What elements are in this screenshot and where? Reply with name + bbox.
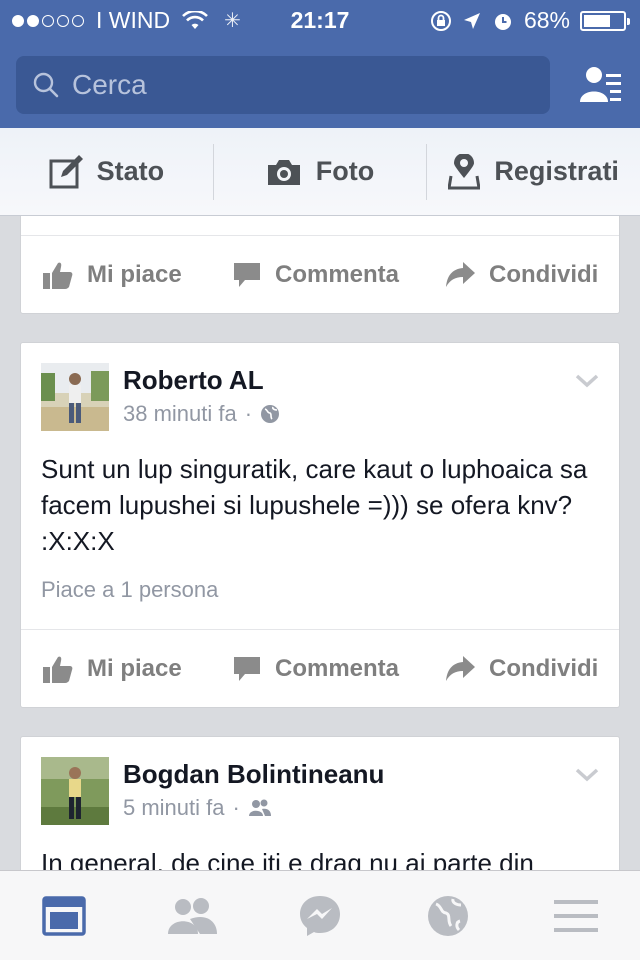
camera-icon xyxy=(267,159,300,185)
friend-requests-icon xyxy=(168,897,217,934)
search-input[interactable] xyxy=(72,69,512,101)
share-label: Condividi xyxy=(489,260,599,288)
friends-icon xyxy=(248,799,271,816)
avatar[interactable] xyxy=(41,757,109,825)
post-actions: Mi piace Commenta Condividi xyxy=(21,629,619,707)
post-text: In general, de cine iti e drag nu ai par… xyxy=(41,848,534,870)
thumbs-up-icon xyxy=(43,262,73,289)
share-button[interactable]: Condividi xyxy=(445,261,598,289)
comment-button[interactable]: Commenta xyxy=(233,655,399,683)
like-button[interactable]: Mi piace xyxy=(43,655,182,683)
post-time[interactable]: 38 minuti fa xyxy=(123,401,237,427)
share-arrow-icon xyxy=(446,261,475,287)
composer-bar: Stato Foto Registrati xyxy=(0,128,640,216)
share-button[interactable]: Condividi xyxy=(445,655,598,683)
signal-dot xyxy=(27,14,39,27)
globe-icon xyxy=(261,405,280,423)
chevron-down-icon[interactable] xyxy=(575,373,599,389)
meta-separator: · xyxy=(232,795,240,820)
post-time[interactable]: 5 minuti fa xyxy=(123,795,225,821)
wifi-icon xyxy=(182,10,209,29)
search-bar[interactable] xyxy=(16,56,550,114)
avatar[interactable] xyxy=(41,363,109,431)
friends-list-button[interactable] xyxy=(578,62,624,108)
status-left: I WIND ✳ xyxy=(12,7,241,34)
comment-bubble-icon xyxy=(234,262,260,287)
post-author[interactable]: Roberto AL xyxy=(123,365,264,396)
bottom-tab-bar xyxy=(0,870,640,960)
signal-strength-icon xyxy=(12,14,84,27)
checkin-button[interactable]: Registrati xyxy=(426,143,640,200)
news-feed[interactable]: Mi piace Commenta Condividi Roberto AL 3… xyxy=(0,216,640,870)
post-header: Bogdan Bolintineanu 5 minuti fa · xyxy=(21,737,619,837)
photo-label: Foto xyxy=(315,156,375,186)
share-arrow-icon xyxy=(446,655,475,681)
tab-friend-requests[interactable] xyxy=(162,886,222,946)
status-right: 68% xyxy=(430,7,630,34)
like-button[interactable]: Mi piace xyxy=(43,261,182,289)
tab-messenger[interactable] xyxy=(290,886,350,946)
post-card-previous: Mi piace Commenta Condividi xyxy=(20,216,620,314)
tab-news-feed[interactable] xyxy=(34,886,94,946)
activity-spinner-icon: ✳ xyxy=(224,10,241,32)
news-feed-icon xyxy=(42,895,86,936)
battery-percentage: 68% xyxy=(523,7,570,33)
post-meta: 5 minuti fa · xyxy=(123,795,272,821)
status-bar: I WIND ✳ 21:17 68% xyxy=(0,0,640,40)
likes-summary[interactable]: Piace a 1 persona xyxy=(21,559,619,625)
post-card: Roberto AL 38 minuti fa · Sunt un lup si… xyxy=(20,342,620,708)
signal-dot xyxy=(42,14,54,27)
status-button[interactable]: Stato xyxy=(0,144,213,200)
status-label: Stato xyxy=(96,156,165,186)
battery-level-fill xyxy=(584,14,610,27)
chevron-down-icon[interactable] xyxy=(575,767,599,783)
messenger-icon xyxy=(300,895,340,936)
thumbs-up-icon xyxy=(43,656,73,683)
comment-label: Commenta xyxy=(275,654,400,682)
alarm-clock-icon xyxy=(494,13,511,30)
search-icon xyxy=(33,72,59,98)
tab-notifications[interactable] xyxy=(418,886,478,946)
post-actions: Mi piace Commenta Condividi xyxy=(21,235,619,313)
post-meta: 38 minuti fa · xyxy=(123,401,280,427)
location-arrow-icon xyxy=(463,12,480,29)
tab-menu[interactable] xyxy=(546,886,606,946)
location-pin-icon xyxy=(448,153,481,189)
menu-icon xyxy=(554,899,598,932)
comment-bubble-icon xyxy=(234,656,260,681)
post-header: Roberto AL 38 minuti fa · xyxy=(21,343,619,443)
checkin-label: Registrati xyxy=(494,156,619,186)
meta-separator: · xyxy=(244,401,253,426)
post-card: Bogdan Bolintineanu 5 minuti fa · In gen… xyxy=(20,736,620,870)
notifications-globe-icon xyxy=(428,895,468,936)
like-label: Mi piace xyxy=(87,260,182,288)
comment-label: Commenta xyxy=(275,260,400,288)
top-header: I WIND ✳ 21:17 68% xyxy=(0,0,640,128)
rotation-lock-icon xyxy=(430,10,451,31)
signal-dot xyxy=(12,14,24,27)
share-label: Condividi xyxy=(489,654,599,682)
post-text: Sunt un lup singuratik, care kaut o luph… xyxy=(41,454,588,556)
signal-dot xyxy=(57,14,69,27)
carrier-name: I WIND xyxy=(96,7,171,33)
post-author[interactable]: Bogdan Bolintineanu xyxy=(123,759,384,790)
comment-button[interactable]: Commenta xyxy=(233,261,399,289)
like-label: Mi piace xyxy=(87,654,182,682)
edit-status-icon xyxy=(49,154,83,188)
photo-button[interactable]: Foto xyxy=(212,143,427,200)
battery-icon xyxy=(580,10,630,31)
signal-dot xyxy=(72,14,84,27)
